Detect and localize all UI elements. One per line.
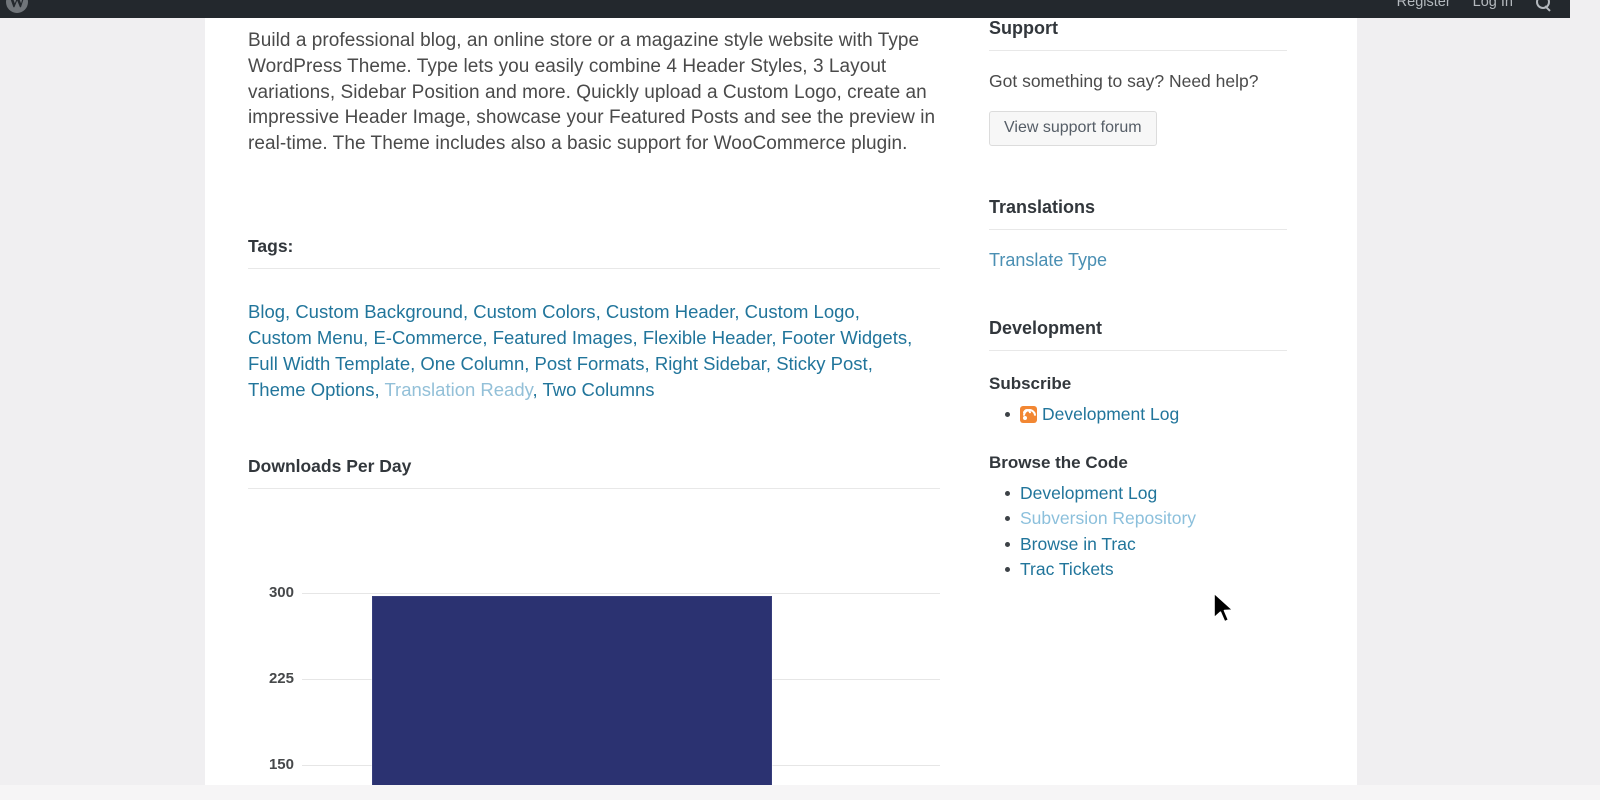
browse-code-link[interactable]: Browse in Trac bbox=[1020, 534, 1136, 554]
tag-link[interactable]: Full Width Template bbox=[248, 353, 410, 374]
tag-link[interactable]: Two Columns bbox=[542, 379, 654, 400]
rss-icon bbox=[1020, 406, 1037, 423]
chart-y-axis-label: 225 bbox=[248, 670, 294, 687]
tag-link-list: Blog, Custom Background, Custom Colors, … bbox=[248, 299, 924, 403]
subscribe-heading: Subscribe bbox=[989, 374, 1319, 394]
view-support-forum-button[interactable]: View support forum bbox=[989, 111, 1157, 146]
browse-code-link[interactable]: Subversion Repository bbox=[1020, 508, 1196, 528]
downloads-per-day-chart: 300 225 150 bbox=[248, 489, 940, 800]
tag-link[interactable]: Blog bbox=[248, 301, 285, 322]
tag-separator: , bbox=[633, 327, 643, 348]
tag-link[interactable]: Right Sidebar bbox=[655, 353, 766, 374]
tag-separator: , bbox=[734, 301, 744, 322]
tag-separator: , bbox=[410, 353, 420, 374]
chart-bar[interactable] bbox=[372, 596, 772, 800]
tag-separator: , bbox=[524, 353, 534, 374]
development-section: Development Subscribe Development Log Br… bbox=[989, 318, 1319, 583]
tag-separator: , bbox=[868, 353, 873, 374]
tag-separator: , bbox=[771, 327, 781, 348]
tag-link[interactable]: Custom Colors bbox=[473, 301, 595, 322]
theme-content-column: Build a professional blog, an online sto… bbox=[248, 18, 940, 157]
list-item: Development Log bbox=[1005, 402, 1319, 428]
support-divider bbox=[989, 50, 1287, 51]
tag-separator: , bbox=[463, 301, 473, 322]
tag-separator: , bbox=[766, 353, 776, 374]
development-divider bbox=[989, 350, 1287, 351]
translate-type-link[interactable]: Translate Type bbox=[989, 250, 1107, 271]
tag-separator: , bbox=[645, 353, 655, 374]
list-item: Browse in Trac bbox=[1005, 532, 1319, 558]
browse-the-code-list: Development Log Subversion Repository Brow… bbox=[989, 481, 1319, 583]
browse-the-code-heading: Browse the Code bbox=[989, 453, 1319, 473]
list-item: Trac Tickets bbox=[1005, 557, 1319, 583]
tag-link[interactable]: Custom Logo bbox=[745, 301, 855, 322]
development-heading: Development bbox=[989, 318, 1319, 339]
browse-code-link[interactable]: Trac Tickets bbox=[1020, 559, 1114, 579]
support-section: Support Got something to say? Need help?… bbox=[989, 18, 1319, 146]
tag-separator: , bbox=[596, 301, 606, 322]
tag-link[interactable]: Footer Widgets bbox=[782, 327, 907, 348]
login-link[interactable]: Log In bbox=[1473, 0, 1513, 10]
tags-heading: Tags: bbox=[248, 236, 940, 257]
chart-y-axis-label: 300 bbox=[248, 584, 294, 601]
downloads-chart-section: Downloads Per Day 300 225 150 bbox=[248, 456, 940, 800]
tag-link[interactable]: Theme Options bbox=[248, 379, 374, 400]
tag-separator: , bbox=[907, 327, 912, 348]
tag-separator: , bbox=[482, 327, 492, 348]
tag-link[interactable]: E-Commerce bbox=[373, 327, 482, 348]
wp-admin-bar: W Register Log In bbox=[0, 0, 1570, 18]
browser-viewport: W Register Log In Build a professional b… bbox=[0, 0, 1600, 800]
support-text: Got something to say? Need help? bbox=[989, 71, 1319, 92]
tag-link[interactable]: Custom Menu bbox=[248, 327, 363, 348]
translations-section: Translations Translate Type bbox=[989, 197, 1319, 271]
browse-code-link[interactable]: Development Log bbox=[1020, 483, 1157, 503]
subscribe-list: Development Log bbox=[989, 402, 1319, 428]
chart-y-axis-label: 150 bbox=[248, 756, 294, 773]
register-link[interactable]: Register bbox=[1397, 0, 1451, 10]
page-panel: Build a professional blog, an online sto… bbox=[205, 18, 1357, 785]
tag-separator: , bbox=[363, 327, 373, 348]
wordpress-logo-icon[interactable]: W bbox=[6, 0, 28, 13]
tag-link[interactable]: Featured Images bbox=[493, 327, 633, 348]
tags-divider bbox=[248, 268, 940, 269]
tag-link[interactable]: Custom Background bbox=[295, 301, 463, 322]
theme-description: Build a professional blog, an online sto… bbox=[248, 18, 940, 157]
search-icon[interactable] bbox=[1535, 0, 1552, 11]
tags-section: Tags: Blog, Custom Background, Custom Co… bbox=[248, 236, 940, 403]
admin-bar-left-group: W bbox=[0, 0, 28, 13]
viewport-bottom-strip bbox=[0, 785, 1600, 800]
list-item: Development Log bbox=[1005, 481, 1319, 507]
list-item: Subversion Repository bbox=[1005, 506, 1319, 532]
tag-link[interactable]: Sticky Post bbox=[776, 353, 868, 374]
tag-separator: , bbox=[285, 301, 295, 322]
tag-link[interactable]: Translation Ready bbox=[384, 379, 532, 400]
tag-link[interactable]: Flexible Header bbox=[643, 327, 772, 348]
translations-divider bbox=[989, 229, 1287, 230]
tag-link[interactable]: Custom Header bbox=[606, 301, 735, 322]
chart-gridline bbox=[302, 593, 940, 594]
theme-sidebar: Support Got something to say? Need help?… bbox=[989, 18, 1319, 583]
admin-bar-right-group: Register Log In bbox=[1397, 0, 1570, 11]
tag-separator: , bbox=[855, 301, 860, 322]
tag-link[interactable]: Post Formats bbox=[535, 353, 645, 374]
support-heading: Support bbox=[989, 18, 1319, 39]
chart-title: Downloads Per Day bbox=[248, 456, 940, 477]
tag-separator: , bbox=[533, 379, 543, 400]
translations-heading: Translations bbox=[989, 197, 1319, 218]
tag-link[interactable]: One Column bbox=[420, 353, 524, 374]
subscribe-link[interactable]: Development Log bbox=[1042, 404, 1179, 424]
tag-separator: , bbox=[374, 379, 384, 400]
